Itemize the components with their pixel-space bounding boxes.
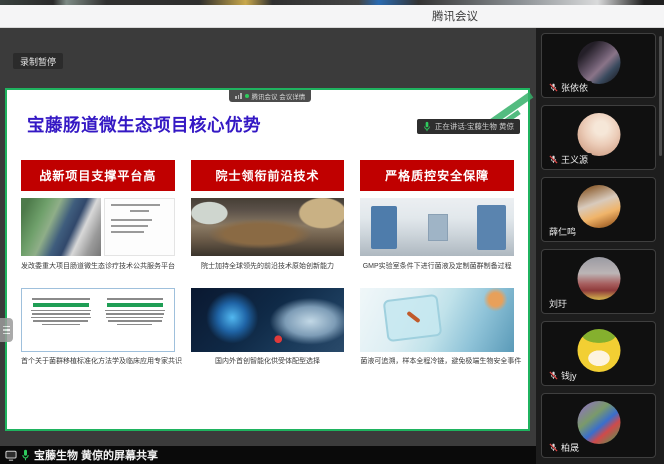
caption: 菌液可追溯，样本全程冷链，避免极端生物安全事件 <box>360 356 514 366</box>
meeting-info-text: 腾讯会议 会议详情 <box>252 91 306 101</box>
participant-tile[interactable]: 王义源 <box>541 105 656 170</box>
screen-share-icon <box>5 450 17 461</box>
participant-name-tag: 王义源 <box>545 153 592 166</box>
document-page <box>100 293 170 347</box>
active-speaker-badge: 正在讲话:宝藤生物 黄倞 <box>417 119 520 134</box>
status-dot-icon <box>245 94 249 98</box>
avatar <box>577 257 620 300</box>
avatar <box>577 185 620 228</box>
photo-gmp-corridor <box>360 198 514 256</box>
column-platform: 战新项目支撑平台高 发改 <box>21 160 175 366</box>
toolbar-handle[interactable] <box>0 318 13 342</box>
active-speaker-text: 正在讲话:宝藤生物 黄倞 <box>435 121 514 132</box>
participant-name: 张依依 <box>561 81 588 94</box>
share-label: 宝藤生物 黄倞的屏幕共享 <box>34 447 158 463</box>
mic-muted-icon <box>549 371 558 380</box>
participant-tile[interactable]: 钱jy <box>541 321 656 386</box>
mic-active-icon <box>21 449 30 461</box>
meeting-stage: 录制暂停 腾讯会议 会议详情 正在讲话:宝藤生物 黄倞 宝 <box>0 28 664 464</box>
column-header: 院士领衔前沿技术 <box>191 160 345 191</box>
photo-cold-chain <box>360 288 514 352</box>
participant-name: 薛仁鸣 <box>549 225 576 238</box>
avatar <box>577 113 620 156</box>
mic-muted-icon <box>549 83 558 92</box>
shared-screen: 腾讯会议 会议详情 正在讲话:宝藤生物 黄倞 宝藤肠道微生态项目核心优势 战新项… <box>5 88 530 431</box>
corridor-door <box>428 214 448 241</box>
avatar <box>577 329 620 372</box>
caption: 发改委重大项目肠道微生态诊疗技术公共服务平台 <box>21 261 175 271</box>
participant-name: 钱jy <box>561 369 577 382</box>
participant-tile[interactable]: 薛仁鸣 <box>541 177 656 242</box>
avatar <box>577 41 620 84</box>
participant-name-tag: 张依依 <box>545 81 592 94</box>
column-header: 严格质控安全保障 <box>360 160 514 191</box>
meeting-info-banner[interactable]: 腾讯会议 会议详情 <box>229 90 311 102</box>
column-quality: 严格质控安全保障 GMP实验室条件下进行菌液及定制菌群制备过程 菌液可追溯，样本… <box>360 160 514 366</box>
column-header: 战新项目支撑平台高 <box>21 160 175 191</box>
participant-name-tag: 刘玗 <box>545 297 571 310</box>
caption: 国内外首创智能化供受体配型选择 <box>191 356 345 366</box>
document-page <box>26 293 96 347</box>
record-paused-button[interactable]: 录制暂停 <box>13 53 63 69</box>
caption: GMP实验室条件下进行菌液及定制菌群制备过程 <box>360 261 514 271</box>
participant-name-tag: 柏晟 <box>545 441 583 454</box>
mic-active-icon <box>423 121 431 132</box>
photo-expert <box>21 198 101 256</box>
photo-expert-and-document <box>21 198 175 256</box>
sidebar-scrollbar[interactable] <box>659 36 662 156</box>
meeting-window: 腾讯会议 录制暂停 腾讯会议 会议详情 正在讲话:宝藤生物 黄 <box>0 0 664 464</box>
participant-tile[interactable]: 张依依 <box>541 33 656 98</box>
participant-name: 柏晟 <box>561 441 579 454</box>
participant-tile[interactable]: 柏晟 <box>541 393 656 458</box>
caption: 首个关于菌群移植标准化方法学及临床应用专家共识 <box>21 356 175 366</box>
participant-name-tag: 薛仁鸣 <box>545 225 580 238</box>
participant-tile[interactable]: 刘玗 <box>541 249 656 314</box>
column-technology: 院士领衔前沿技术 院士加持全球领先的前沿技术原始创新能力 国内外首创智能化供受体… <box>191 160 345 366</box>
signal-icon <box>235 93 242 99</box>
slide-title: 宝藤肠道微生态项目核心优势 <box>27 112 261 137</box>
document-thumbnail <box>104 198 175 256</box>
screen-share-status-bar: 宝藤生物 黄倞的屏幕共享 <box>0 446 536 464</box>
participant-name: 刘玗 <box>549 297 567 310</box>
consensus-documents <box>21 288 175 352</box>
mic-muted-icon <box>549 155 558 164</box>
window-titlebar: 腾讯会议 <box>0 5 664 28</box>
photo-ai-matching <box>191 288 345 352</box>
participant-name-tag: 钱jy <box>545 369 581 382</box>
caption: 院士加持全球领先的前沿技术原始创新能力 <box>191 261 345 271</box>
mic-muted-icon <box>549 443 558 452</box>
avatar <box>577 401 620 444</box>
participants-sidebar: 张依依 王义源 <box>536 28 664 464</box>
slide-columns: 战新项目支撑平台高 发改 <box>21 160 514 366</box>
participant-name: 王义源 <box>561 153 588 166</box>
window-title: 腾讯会议 <box>432 8 478 24</box>
photo-meeting-room <box>191 198 345 256</box>
